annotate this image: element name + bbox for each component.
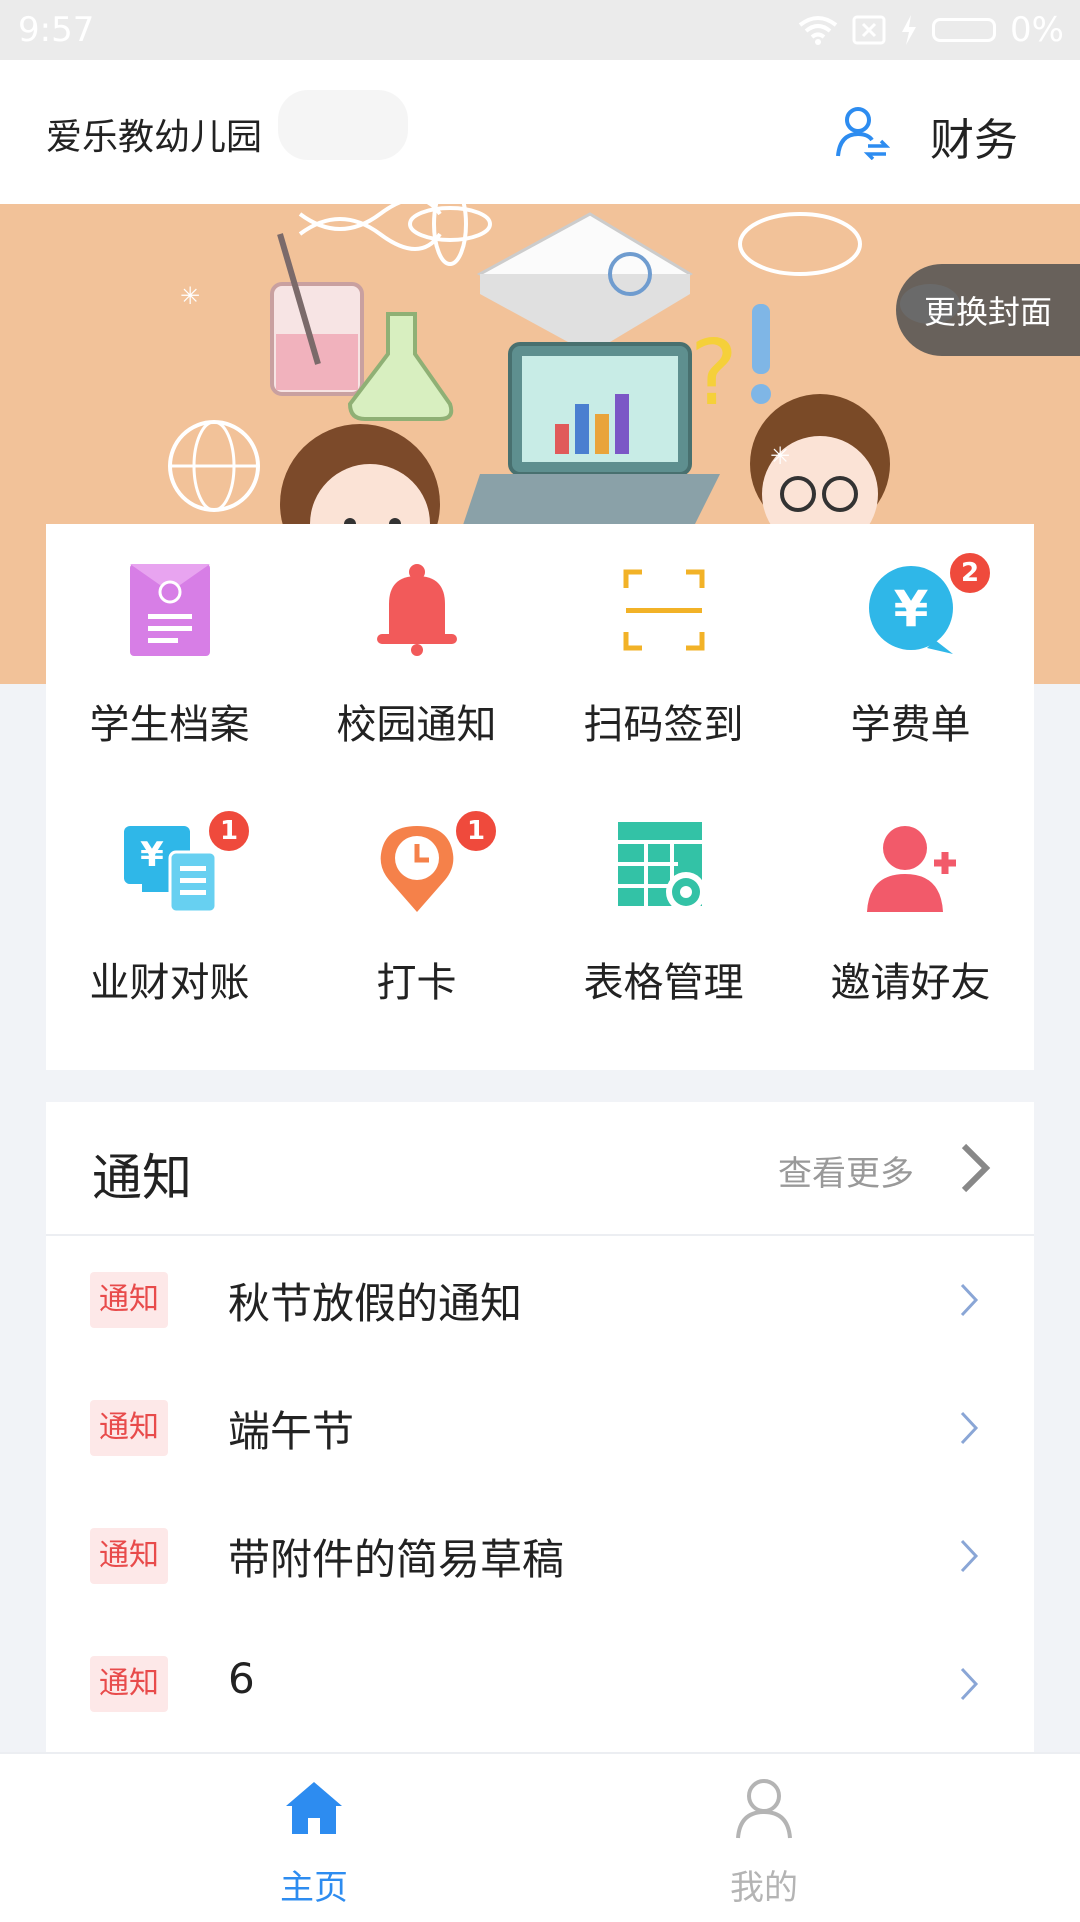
- grid-item-label: 打卡: [376, 960, 457, 1006]
- reconciliation-icon: ¥: [124, 826, 216, 914]
- grid-item-reconciliation[interactable]: ¥ 1 业财对账: [46, 782, 293, 1040]
- tab-mine-label: 我的: [730, 1868, 798, 1908]
- notice-item-title: 带附件的简易草稿: [228, 1535, 565, 1584]
- chevron-right-icon: [960, 1411, 979, 1445]
- change-cover-button[interactable]: 更换封面: [896, 264, 1080, 356]
- app-header: 爱乐教幼儿园 财务: [0, 60, 1080, 204]
- wifi-icon: [798, 16, 838, 45]
- bottom-tab-bar: 主页 我的: [0, 1752, 1080, 1922]
- svg-text:?: ?: [690, 321, 738, 426]
- grid-item-student-files[interactable]: 学生档案: [46, 524, 293, 782]
- scan-icon: [623, 569, 705, 651]
- battery-icon: [932, 18, 997, 42]
- grid-item-clock-in[interactable]: 1 打卡: [293, 782, 540, 1040]
- blurred-avatar: [278, 90, 408, 160]
- grid-item-label: 表格管理: [583, 960, 744, 1006]
- status-bar: 9:57 0%: [0, 0, 1080, 60]
- grid-item-label: 学费单: [850, 702, 971, 748]
- add-user-icon: [867, 826, 956, 912]
- notice-tag: 通知: [90, 1272, 168, 1328]
- bell-icon: [377, 564, 457, 656]
- home-icon: [286, 1782, 342, 1834]
- grid-item-label: 校园通知: [336, 702, 497, 748]
- svg-text:✳: ✳: [770, 442, 790, 470]
- switch-role-icon[interactable]: [834, 104, 890, 160]
- student-file-icon: [130, 564, 210, 656]
- svg-text:¥: ¥: [894, 580, 929, 638]
- grid-item-tuition-bill[interactable]: ¥ 2 学费单: [787, 524, 1034, 782]
- yuan-bubble-icon: ¥: [869, 566, 953, 654]
- notice-item-title: 端午节: [228, 1407, 355, 1456]
- notice-tag: 通知: [90, 1656, 168, 1712]
- notification-badge: 1: [206, 808, 252, 854]
- notice-section: 通知 查看更多 通知 秋节放假的通知 通知 端午节 通知 带附件的简易草稿 通知…: [46, 1102, 1034, 1752]
- notice-item[interactable]: 通知 带附件的简易草稿: [46, 1492, 1034, 1620]
- grid-item-label: 扫码签到: [583, 702, 744, 748]
- chevron-right-icon: [960, 1539, 979, 1573]
- notice-item[interactable]: 通知 6: [46, 1620, 1034, 1748]
- svg-text:✳: ✳: [180, 282, 200, 310]
- grid-item-invite-friends[interactable]: 邀请好友: [787, 782, 1034, 1040]
- notice-item[interactable]: 通知 端午节: [46, 1364, 1034, 1492]
- function-grid: 学生档案 校园通知 扫码签到 ¥ 2 学费单 ¥ 1 业财对账 1 打卡 表格管…: [46, 524, 1034, 1070]
- role-label[interactable]: 财务: [930, 104, 1018, 168]
- view-more-link[interactable]: 查看更多: [778, 1146, 914, 1195]
- svg-text:¥: ¥: [140, 835, 164, 875]
- grid-item-table-management[interactable]: 表格管理: [540, 782, 787, 1040]
- notice-item-title: 6: [228, 1654, 255, 1703]
- chevron-right-icon: [960, 1667, 979, 1701]
- grid-item-scan-checkin[interactable]: 扫码签到: [540, 524, 787, 782]
- battery-level: 0%: [1010, 10, 1064, 50]
- chevron-right-icon[interactable]: [958, 1142, 992, 1194]
- school-name[interactable]: 爱乐教幼儿园: [46, 108, 262, 160]
- table-gear-icon: [618, 822, 706, 912]
- no-sim-icon: [852, 15, 886, 45]
- grid-item-label: 业财对账: [89, 960, 250, 1006]
- chevron-right-icon: [960, 1283, 979, 1317]
- user-icon: [736, 1779, 792, 1839]
- status-time: 9:57: [18, 10, 95, 50]
- charging-icon: [902, 15, 917, 45]
- notice-item[interactable]: 通知 秋节放假的通知: [46, 1236, 1034, 1364]
- grid-item-label: 邀请好友: [830, 960, 991, 1006]
- tab-mine[interactable]: 我的: [494, 1754, 1034, 1922]
- notice-header: 通知 查看更多: [46, 1102, 1034, 1236]
- notification-badge: 2: [947, 550, 993, 596]
- notice-tag: 通知: [90, 1400, 168, 1456]
- clock-pin-icon: [380, 826, 454, 912]
- grid-item-campus-notice[interactable]: 校园通知: [293, 524, 540, 782]
- notification-badge: 1: [453, 808, 499, 854]
- notice-title: 通知: [92, 1149, 192, 1207]
- grid-item-label: 学生档案: [89, 702, 250, 748]
- notice-item-title: 秋节放假的通知: [228, 1279, 523, 1328]
- notice-tag: 通知: [90, 1528, 168, 1584]
